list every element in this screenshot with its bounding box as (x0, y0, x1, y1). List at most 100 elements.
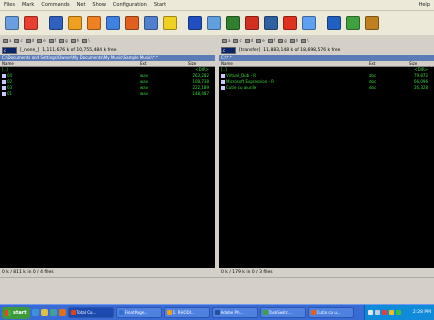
find-icon[interactable] (161, 15, 178, 32)
right-file-panel[interactable]: [..] <DIR> Virtual_Dub - Rdoc 79,872 Microso… (219, 67, 434, 268)
drive-a-button[interactable]: a (3, 38, 11, 43)
taskbar-item[interactable]: FrontPage... (115, 307, 162, 318)
right-drive-label: [transfer] (239, 47, 261, 53)
drive-e-button[interactable]: e (37, 38, 46, 43)
drive-e-button[interactable]: e (256, 38, 265, 43)
tray-antivirus-icon[interactable] (382, 310, 387, 315)
sync-icon[interactable] (262, 15, 279, 32)
rename-icon[interactable] (186, 15, 203, 32)
tray-update-icon[interactable] (389, 310, 394, 315)
drive-h-button[interactable]: h (289, 38, 298, 43)
compare-icon[interactable] (281, 15, 298, 32)
taskbar-item[interactable]: Total Co... (67, 307, 114, 318)
drive-f-button[interactable]: f (48, 38, 56, 43)
menu-mark[interactable]: Mark (22, 2, 34, 8)
right-drive-select[interactable]: c (221, 46, 236, 54)
taskbar-items: Total Co... FrontPage... 1. RHODI... Adobe … (67, 307, 354, 318)
tree-icon[interactable] (66, 15, 83, 32)
file-row[interactable]: 01 wav 148,487 (0, 91, 215, 97)
left-file-panel[interactable]: [..] <DIR> 04 wav 263,282 02 wav 108,738 03 wav 22… (0, 67, 215, 268)
taskbar-item-label: Cutia cu u... (316, 310, 341, 315)
taskbar-item-label: TaskSwitc... (268, 310, 292, 315)
left-status: 0 k / 811 k in 0 / 4 files (0, 269, 215, 276)
quick-launch-desktop-icon[interactable] (40, 309, 48, 316)
taskbar-app-icon (310, 310, 316, 315)
tray-messenger-icon[interactable] (396, 310, 401, 315)
notepad-icon[interactable] (300, 15, 317, 32)
menu-files[interactable]: Files (4, 2, 15, 8)
drive-h-button[interactable]: h (70, 38, 79, 43)
file-size: 148,487 (192, 91, 209, 96)
quick-launch-media-icon[interactable] (49, 309, 57, 316)
settings-icon[interactable] (363, 15, 380, 32)
right-drive-bar: a c d e f g h \ (219, 36, 434, 45)
copy-names-icon[interactable] (325, 15, 342, 32)
file-ext: doc (369, 85, 377, 90)
invert-selection-icon[interactable] (104, 15, 121, 32)
taskbar-item[interactable]: Adobe Ph... (211, 307, 258, 318)
taskbar-clock[interactable]: 2:28 PM (413, 310, 431, 315)
ftp-new-icon[interactable] (243, 15, 260, 32)
menu-bar: Files Mark Commands Net Show Configurati… (0, 0, 434, 11)
drive-g-button[interactable]: g (278, 38, 287, 43)
menu-start[interactable]: Start (154, 2, 166, 8)
network-drive-button[interactable]: \ (82, 38, 90, 43)
command-line-area[interactable] (0, 277, 434, 304)
file-icon (221, 86, 225, 90)
pack-icon[interactable] (123, 15, 140, 32)
network-drive-button[interactable]: \ (301, 38, 309, 43)
menu-configuration[interactable]: Configuration (113, 2, 147, 8)
drive-c-button[interactable]: c (14, 38, 23, 43)
start-label: start (13, 309, 27, 316)
left-drive-label: [_none_] (20, 47, 40, 53)
refresh-icon[interactable] (3, 15, 20, 32)
taskbar-app-icon (214, 310, 220, 315)
left-drive-select[interactable]: c (2, 46, 17, 54)
multi-rename-icon[interactable] (205, 15, 222, 32)
menu-commands[interactable]: Commands (41, 2, 69, 8)
quick-launch-ie-icon[interactable] (31, 309, 39, 316)
windows-logo-icon (5, 309, 11, 316)
unpack-icon[interactable] (142, 15, 159, 32)
drive-g-button[interactable]: g (59, 38, 68, 43)
drive-d-button[interactable]: d (25, 38, 34, 43)
file-icon (2, 80, 6, 84)
taskbar-app-icon (166, 310, 172, 315)
drive-f-button[interactable]: f (267, 38, 275, 43)
tray-volume-icon[interactable] (375, 310, 380, 315)
taskbar-item[interactable]: Cutia cu u... (307, 307, 354, 318)
file-row[interactable]: Cutie cu aiurile doc 26,328 (219, 85, 434, 91)
full-view-icon[interactable] (47, 15, 64, 32)
file-name: Cutie cu aiurile (221, 85, 256, 91)
start-button[interactable]: start (2, 306, 30, 319)
taskbar-item[interactable]: TaskSwitc... (259, 307, 306, 318)
brief-view-icon[interactable] (22, 15, 39, 32)
right-free-space: 11,883,148 k of 18,698,576 k free (263, 47, 341, 53)
main-toolbar (0, 11, 434, 35)
left-info-row: c [_none_] 1,111,676 k of 10,755,484 k f… (2, 46, 215, 54)
menu-help[interactable]: Help (419, 2, 430, 8)
sort-icon[interactable] (85, 15, 102, 32)
quick-launch-firefox-icon[interactable] (58, 309, 66, 316)
file-icon (2, 92, 6, 96)
cmd-icon[interactable] (344, 15, 361, 32)
file-icon (221, 80, 225, 84)
menu-show[interactable]: Show (92, 2, 106, 8)
file-icon (221, 74, 225, 78)
total-commander-window: Files Mark Commands Net Show Configurati… (0, 0, 434, 320)
menu-net[interactable]: Net (77, 2, 86, 8)
file-ext: wav (140, 91, 149, 96)
file-size: 26,328 (414, 85, 428, 90)
tray-network-icon[interactable] (368, 310, 373, 315)
drive-c-button[interactable]: c (233, 38, 242, 43)
windows-taskbar: start Total Co... FrontPage... 1. RHODI...… (0, 304, 434, 320)
left-free-space: 1,111,676 k of 10,755,484 k free (42, 47, 117, 53)
taskbar-app-icon (70, 310, 76, 315)
left-drive-bar: a c d e f g h \ (0, 36, 215, 45)
drive-d-button[interactable]: d (244, 38, 253, 43)
ftp-connect-icon[interactable] (224, 15, 241, 32)
file-icon (2, 74, 6, 78)
drive-a-button[interactable]: a (222, 38, 230, 43)
taskbar-item[interactable]: 1. RHODI... (163, 307, 210, 318)
file-icon (2, 86, 6, 90)
